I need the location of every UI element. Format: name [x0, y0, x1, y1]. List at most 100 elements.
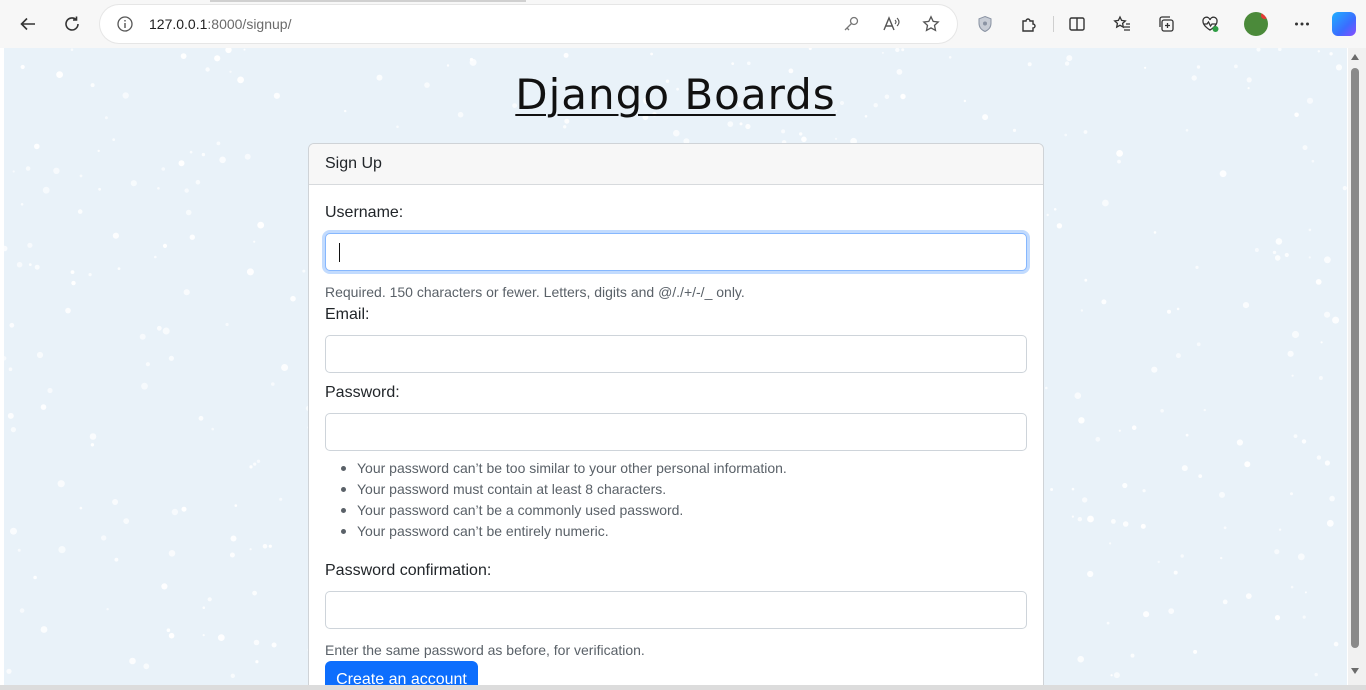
snowflake	[1071, 515, 1074, 518]
email-input[interactable]	[325, 335, 1027, 373]
snowflake	[189, 234, 195, 240]
snowflake	[243, 48, 246, 51]
favorite-star-icon[interactable]	[922, 15, 940, 33]
split-screen-icon[interactable]	[1062, 9, 1092, 39]
snowflake	[246, 268, 254, 276]
snowflake	[9, 322, 15, 328]
snowflake	[253, 240, 256, 243]
snowflake	[77, 209, 83, 214]
snowflake	[1074, 392, 1082, 400]
snowflake	[1302, 615, 1306, 619]
password-label: Password:	[325, 384, 400, 401]
snowflake	[98, 187, 101, 191]
snowflake	[1168, 608, 1175, 614]
snowflake	[89, 433, 97, 440]
heart-pulse-icon[interactable]	[1195, 9, 1225, 39]
snowflake	[1196, 342, 1201, 347]
create-account-button[interactable]: Create an account	[325, 661, 478, 685]
snowflake	[1113, 672, 1120, 679]
snowflake	[234, 504, 238, 507]
snowflake	[1083, 130, 1088, 134]
page-scrollbar[interactable]	[1348, 48, 1366, 685]
snowflake	[1084, 278, 1088, 282]
snowflake	[34, 264, 40, 270]
snowflake	[1143, 611, 1150, 618]
snowflake	[1066, 55, 1073, 62]
snowflake	[469, 58, 477, 66]
snowflake	[1315, 279, 1322, 285]
snowflake	[1234, 64, 1238, 69]
snowflake	[198, 415, 204, 421]
snowflake	[1256, 48, 1261, 52]
snowflake	[58, 546, 66, 554]
snowflake	[156, 325, 162, 331]
snowflake	[1195, 265, 1199, 269]
snowflake	[1316, 455, 1322, 460]
favorites-icon[interactable]	[1107, 9, 1137, 39]
refresh-icon[interactable]	[57, 9, 87, 39]
snowflake	[727, 121, 734, 127]
snowflake	[114, 557, 119, 562]
snowflake	[1301, 439, 1307, 444]
address-bar[interactable]: 127.0.0.1:8000/signup/	[100, 5, 957, 43]
snowflake	[6, 668, 12, 674]
snowflake	[781, 129, 786, 134]
snowflake	[33, 575, 37, 580]
snowflake	[1064, 133, 1068, 137]
snowflake	[1080, 309, 1084, 312]
collections-icon[interactable]	[1151, 9, 1181, 39]
snowflake	[117, 267, 121, 270]
snowflake	[262, 544, 268, 549]
info-icon[interactable]	[116, 15, 134, 33]
password-input[interactable]	[325, 413, 1027, 451]
brand-title[interactable]: Django Boards	[4, 70, 1347, 119]
url-path: :8000/signup/	[207, 16, 292, 32]
snowflake	[1291, 330, 1300, 339]
copilot-icon[interactable]	[1332, 12, 1356, 36]
snowflake	[731, 62, 735, 65]
snowflake	[10, 527, 17, 535]
username-help-text: Required. 150 characters or fewer. Lette…	[325, 284, 745, 300]
snowflake	[1219, 491, 1225, 498]
snowflake	[97, 149, 100, 153]
more-icon[interactable]	[1287, 9, 1317, 39]
scroll-up-arrow[interactable]	[1351, 54, 1359, 60]
password-confirmation-input[interactable]	[325, 591, 1027, 629]
snowflake	[1122, 482, 1128, 489]
snowflake	[1223, 526, 1227, 530]
username-input[interactable]	[325, 233, 1027, 271]
snowflake	[168, 632, 175, 639]
snowflake	[1278, 48, 1282, 51]
snowflake	[70, 270, 75, 274]
snowflake	[189, 150, 193, 154]
snowflake	[183, 289, 190, 296]
key-icon[interactable]	[842, 15, 860, 33]
back-icon[interactable]	[13, 9, 43, 39]
extensions-icon[interactable]	[1014, 9, 1044, 39]
snowflake	[1302, 145, 1308, 151]
scroll-down-arrow[interactable]	[1351, 668, 1359, 674]
url-text[interactable]: 127.0.0.1:8000/signup/	[149, 16, 291, 32]
snowflake	[302, 269, 306, 273]
snowflake	[4, 245, 8, 252]
snowflake	[799, 132, 803, 136]
snowflake	[1220, 556, 1223, 560]
snowflake	[1275, 238, 1283, 245]
snowflake	[253, 639, 260, 646]
snowflake	[244, 153, 251, 160]
profile-avatar[interactable]	[1244, 12, 1268, 36]
snowflake	[1140, 523, 1146, 529]
snowflake	[225, 48, 232, 54]
snowflake	[1291, 374, 1294, 377]
snowflake	[185, 209, 192, 216]
snowflake	[1304, 591, 1307, 594]
snowflake	[1077, 517, 1083, 522]
read-aloud-icon[interactable]	[882, 15, 900, 33]
scrollbar-thumb[interactable]	[1351, 68, 1359, 648]
password-confirmation-help-text: Enter the same password as before, for v…	[325, 642, 645, 658]
snowflake	[112, 232, 119, 239]
snowflake	[53, 167, 60, 174]
shield-icon[interactable]	[970, 9, 1000, 39]
snowflake	[207, 597, 212, 602]
snowflake	[17, 548, 21, 552]
